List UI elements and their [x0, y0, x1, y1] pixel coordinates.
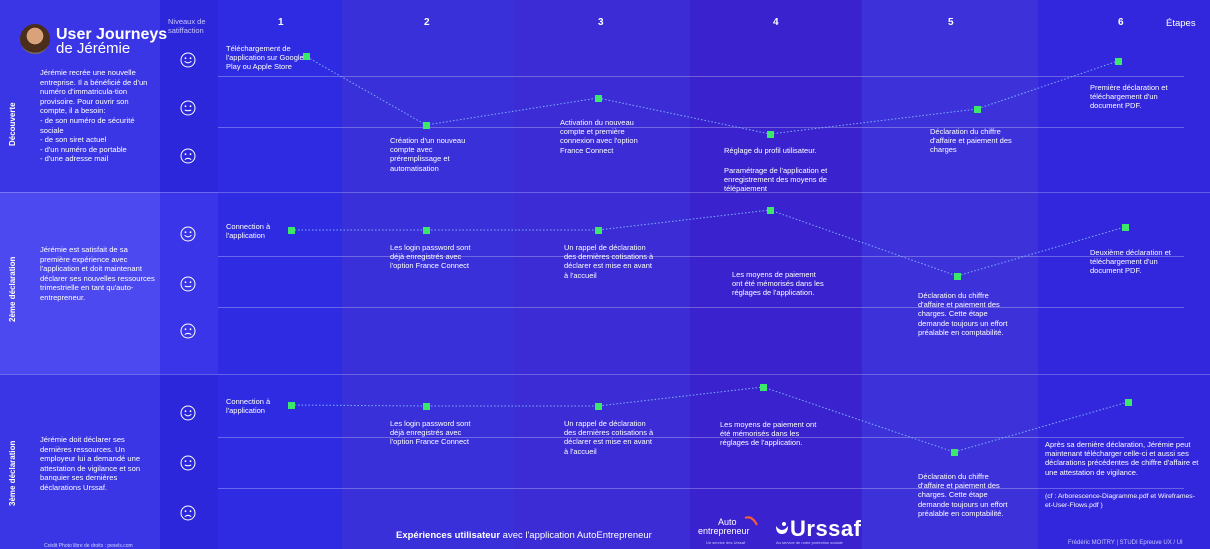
journey-curve-decouverte	[303, 53, 1122, 138]
journey-marker	[1125, 399, 1132, 406]
autoentrepreneur-swoosh-icon	[744, 516, 758, 526]
step-annotation: Réglage du profil utilisateur.	[724, 146, 817, 155]
journey-marker	[423, 403, 430, 410]
step-annotation: Les login password sont déjà enregistrés…	[390, 419, 471, 447]
step-annotation: Première déclaration et téléchargement d…	[1090, 83, 1168, 111]
journey-marker	[595, 227, 602, 234]
autoentrepreneur-logo-line2: entrepreneur	[698, 526, 750, 536]
photo-credit: Crédit Photo libre de droits : pexels.co…	[44, 543, 133, 549]
journey-marker	[974, 106, 981, 113]
journey-marker	[288, 227, 295, 234]
footer-title-bold: Expériences utilisateur	[396, 530, 501, 541]
journey-marker	[760, 384, 767, 391]
urssaf-bird-icon	[776, 522, 788, 534]
urssaf-logo-subtitle: Au service de notre protection sociale	[776, 540, 843, 545]
step-annotation: Les login password sont déjà enregistrés…	[390, 243, 471, 271]
step-annotation: (cf : Arborescence-Diagramme.pdf et Wire…	[1045, 493, 1195, 510]
step-annotation: Les moyens de paiement ont été mémorisés…	[732, 270, 824, 298]
journey-marker	[288, 402, 295, 409]
step-annotation: Déclaration du chiffre d'affaire et paie…	[918, 291, 1008, 337]
journey-marker	[767, 207, 774, 214]
step-annotation: Déclaration du chiffre d'affaire et paie…	[918, 472, 1008, 518]
journey-marker	[423, 227, 430, 234]
step-annotation: Un rappel de déclaration des dernières c…	[564, 419, 654, 456]
author-credit: Frédéric MOITRY | STUDI Epreuve UX / UI	[1068, 540, 1183, 546]
step-annotation: Connection à l'application	[226, 397, 271, 416]
step-annotation: Les moyens de paiement ont été mémorisés…	[720, 420, 817, 448]
footer-title: Expériences utilisateur avec l'applicati…	[396, 530, 652, 541]
journey-marker	[951, 449, 958, 456]
step-annotation: Un rappel de déclaration des dernières c…	[564, 243, 654, 280]
footer-title-rest: avec l'application AutoEntrepreneur	[500, 530, 652, 541]
journey-marker	[767, 131, 774, 138]
step-annotation: Création d'un nouveau compte avec prérem…	[390, 136, 466, 173]
journey-marker	[595, 95, 602, 102]
step-annotation: Après sa dernière déclaration, Jérémie p…	[1045, 440, 1199, 477]
step-annotation: Activation du nouveau compte et première…	[560, 118, 638, 155]
journey-marker	[595, 403, 602, 410]
journey-marker	[954, 273, 961, 280]
journey-marker	[1115, 58, 1122, 65]
step-annotation: Deuxième déclaration et téléchargement d…	[1090, 248, 1171, 276]
autoentrepreneur-logo: Auto entrepreneur	[688, 518, 750, 536]
journey-marker	[423, 122, 430, 129]
step-annotation: Paramétrage de l'application et enregist…	[724, 166, 828, 194]
step-annotation: Téléchargement de l'application sur Goog…	[226, 44, 304, 72]
step-annotation: Déclaration du chiffre d'affaire et paie…	[930, 127, 1012, 155]
step-annotation: Connection à l'application	[226, 222, 271, 241]
journey-marker	[1122, 224, 1129, 231]
urssaf-logo: Urssaf	[790, 516, 862, 541]
autoentrepreneur-logo-subtitle: Un service des Urssaf	[706, 540, 746, 545]
